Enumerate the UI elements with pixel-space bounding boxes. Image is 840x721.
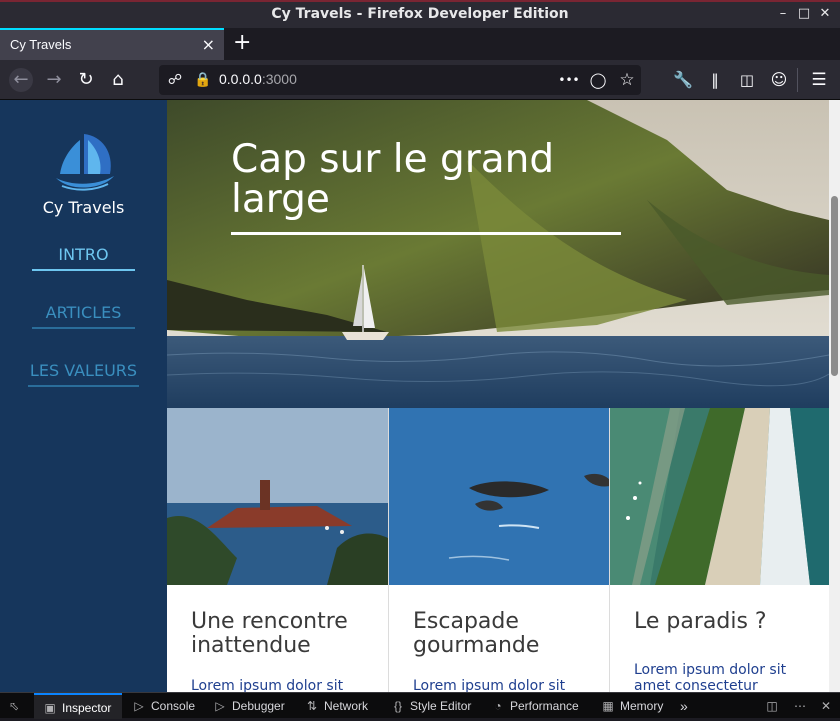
devtools-tab-memory[interactable]: ▦ Memory (600, 693, 663, 719)
reload-icon[interactable]: ↻ (74, 68, 98, 92)
devtools-tab-inspector[interactable]: ▣ Inspector (34, 693, 122, 719)
style-editor-icon: {} (393, 699, 402, 713)
article-card[interactable]: Le paradis ? Lorem ipsum dolor sit amet … (609, 408, 829, 692)
devtools-tab-network[interactable]: ⇅ Network (304, 693, 368, 719)
page-actions-icon[interactable]: ••• (557, 68, 581, 92)
card-text: Lorem ipsum dolor sit (413, 678, 566, 692)
shield-icon[interactable]: ☍ (163, 68, 187, 92)
nav-link-intro[interactable]: INTRO (32, 245, 135, 271)
window-title: Cy Travels - Firefox Developer Edition (271, 6, 569, 22)
window-titlebar: Cy Travels - Firefox Developer Edition –… (0, 0, 840, 28)
wrench-icon[interactable]: 🔧 (671, 68, 695, 92)
performance-icon: ◔ (494, 699, 502, 713)
url-text[interactable]: 0.0.0.0:3000 (219, 71, 297, 87)
card-title: Le paradis ? (634, 609, 767, 634)
menu-icon[interactable]: ☰ (807, 68, 831, 92)
close-window-icon[interactable]: ✕ (818, 7, 832, 21)
new-tab-button[interactable]: + (233, 31, 251, 55)
tab-close-icon[interactable]: × (202, 35, 215, 54)
page-viewport: Cy Travels INTRO ARTICLES LES VALEURS Ca… (0, 100, 829, 692)
card-title: Escapade gourmande (413, 609, 540, 658)
card-image-beach (610, 408, 829, 585)
sailboat-logo-icon (56, 134, 114, 191)
card-title: Une rencontre inattendue (191, 609, 348, 658)
memory-icon: ▦ (602, 699, 614, 713)
devtools-tab-console[interactable]: ▷ Console (131, 693, 195, 719)
card-image-rocks (389, 408, 609, 585)
console-icon: ▷ (134, 699, 144, 713)
bookmark-star-icon[interactable]: ☆ (615, 68, 639, 92)
url-port: :3000 (261, 71, 297, 87)
network-icon: ⇅ (306, 699, 318, 713)
hero-banner: Cap sur le grand large (167, 100, 829, 408)
nav-link-articles[interactable]: ARTICLES (32, 303, 135, 329)
nav-link-values[interactable]: LES VALEURS (28, 361, 139, 387)
brand-name: Cy Travels (42, 198, 125, 217)
toolbar-divider (797, 68, 798, 92)
dock-side-icon[interactable]: ◫ (764, 693, 784, 719)
card-text: Lorem ipsum dolor sit (191, 678, 344, 692)
devtools-toolbar: ⬁ ▣ Inspector ▷ Console ▷ Debugger ⇅ Network… (0, 692, 840, 719)
inspector-icon: ▣ (44, 701, 56, 715)
sidebar-toggle-icon[interactable]: ◫ (735, 68, 759, 92)
account-icon[interactable]: ☺ (767, 68, 791, 92)
insecure-lock-icon[interactable]: 🔒 (191, 68, 215, 92)
debugger-icon: ▷ (215, 699, 225, 713)
hero-underline (231, 232, 621, 235)
forward-icon[interactable]: → (42, 68, 66, 92)
navigation-toolbar: ← → ↻ ⌂ ☍ 🔒 0.0.0.0:3000 ••• ◯ ☆ 🔧 ‖ ◫ ☺… (0, 60, 840, 100)
tab-strip: Cy Travels × + (0, 28, 840, 60)
devtools-tab-debugger[interactable]: ▷ Debugger (212, 693, 284, 719)
devtools-tab-style-editor[interactable]: {} Style Editor (390, 693, 471, 719)
card-image-tower (167, 408, 388, 585)
maximize-icon[interactable]: □ (797, 7, 811, 21)
hero-title: Cap sur le grand large (231, 137, 555, 222)
pocket-icon[interactable]: ◯ (586, 68, 610, 92)
site-sidebar: Cy Travels INTRO ARTICLES LES VALEURS (0, 100, 167, 692)
url-host: 0.0.0.0 (219, 71, 262, 87)
element-picker-icon[interactable]: ⬁ (6, 693, 26, 719)
tab-title: Cy Travels (10, 37, 72, 52)
back-icon[interactable]: ← (9, 68, 33, 92)
devtools-close-icon[interactable]: ✕ (818, 693, 838, 719)
home-icon[interactable]: ⌂ (106, 68, 130, 92)
url-bar[interactable]: ☍ 🔒 0.0.0.0:3000 ••• ◯ ☆ (159, 65, 641, 95)
devtools-options-icon[interactable]: ⋯ (792, 693, 812, 719)
page-scrollbar[interactable] (829, 100, 840, 692)
library-icon[interactable]: ‖ (703, 68, 727, 92)
article-card[interactable]: Escapade gourmande Lorem ipsum dolor sit (388, 408, 609, 692)
card-text: Lorem ipsum dolor sit amet consectetur a… (634, 662, 787, 692)
more-tools-chevron-icon[interactable]: » (680, 693, 688, 719)
article-card[interactable]: Une rencontre inattendue Lorem ipsum dol… (167, 408, 388, 692)
devtools-tab-performance[interactable]: ◔ Performance (490, 693, 578, 719)
browser-tab[interactable]: Cy Travels × (0, 28, 224, 60)
minimize-icon[interactable]: – (776, 7, 790, 21)
scrollbar-thumb[interactable] (831, 196, 838, 376)
